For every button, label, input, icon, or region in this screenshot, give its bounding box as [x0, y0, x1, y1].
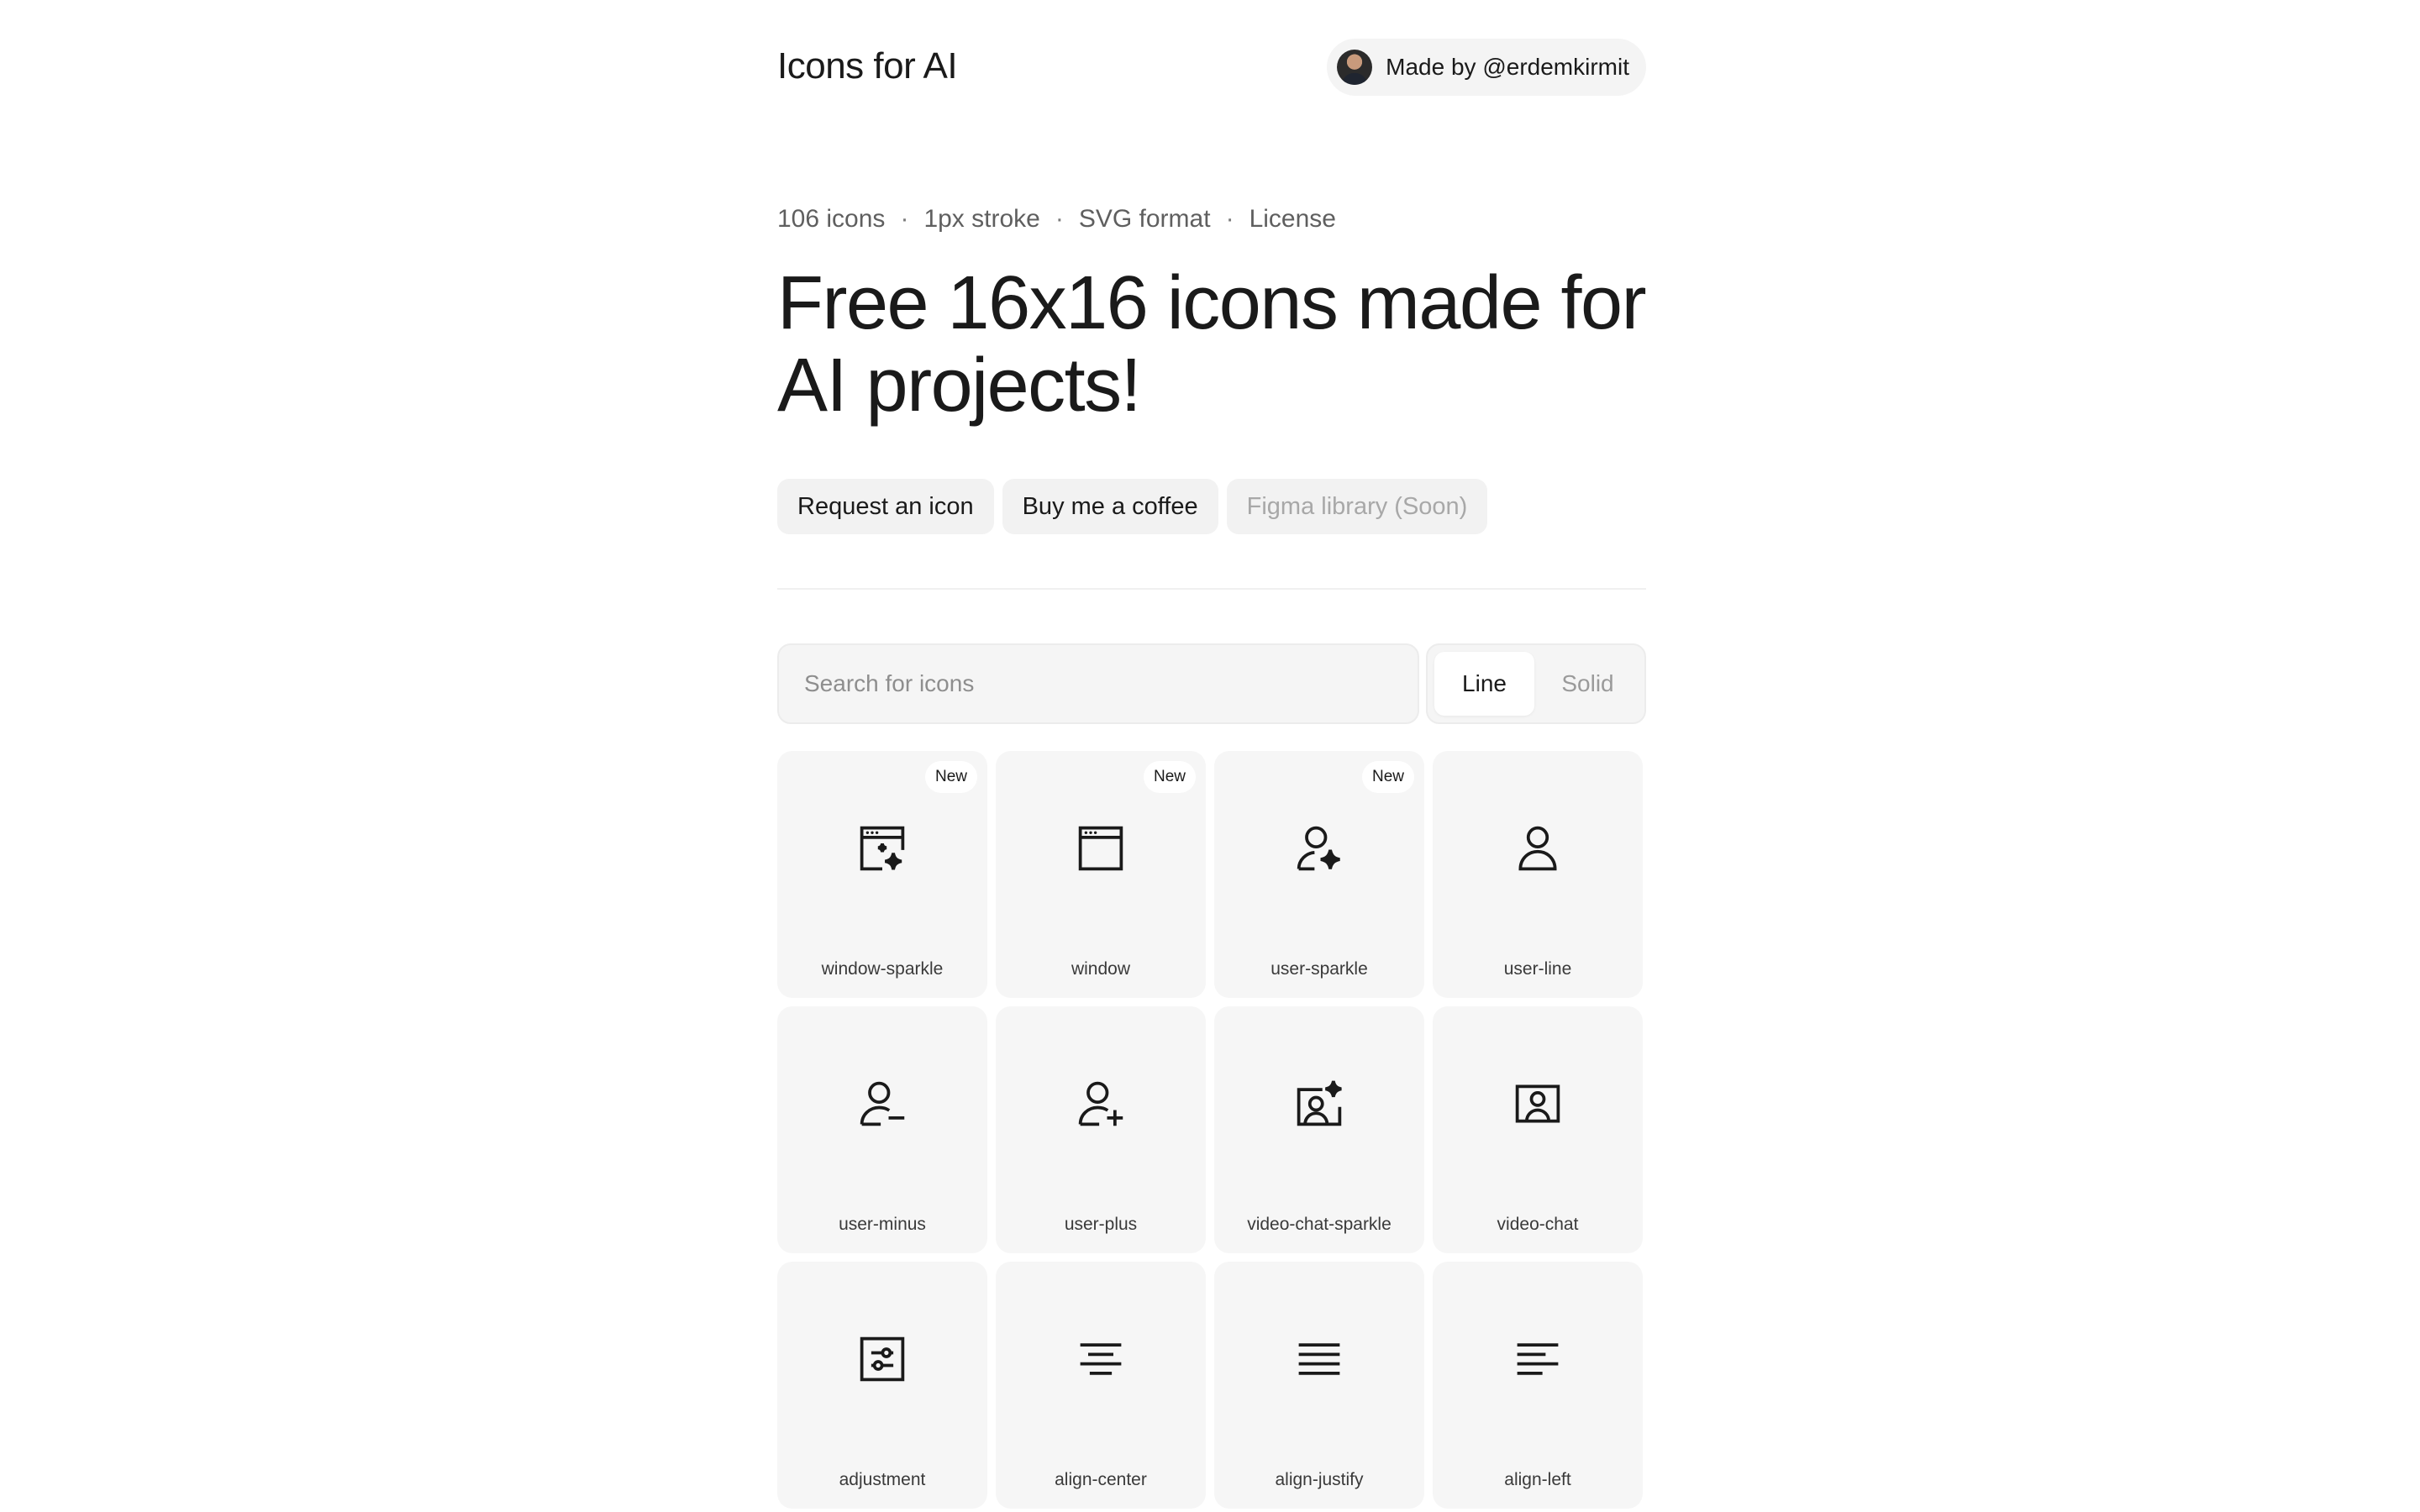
adjustment-icon — [857, 1334, 908, 1384]
icon-card[interactable]: align-justify — [1214, 1262, 1424, 1509]
align-center-icon — [1076, 1334, 1126, 1384]
buy-coffee-button[interactable]: Buy me a coffee — [1002, 479, 1218, 534]
align-justify-icon — [1294, 1334, 1344, 1384]
icon-label: user-sparkle — [1270, 959, 1368, 979]
video-chat-icon — [1512, 1079, 1563, 1129]
user-minus-icon — [857, 1079, 908, 1129]
made-by-link[interactable]: Made by @erdemkirmit — [1327, 39, 1646, 96]
icon-card[interactable]: user-line — [1433, 751, 1643, 998]
site-header: Icons for AI Made by @erdemkirmit — [777, 39, 1646, 96]
icon-card[interactable]: align-center — [996, 1262, 1206, 1509]
license-link[interactable]: License — [1249, 205, 1336, 234]
icon-card[interactable]: New window — [996, 751, 1206, 998]
icon-label: user-plus — [1064, 1215, 1138, 1234]
icon-card[interactable]: New user-sparkle — [1214, 751, 1424, 998]
icon-card[interactable]: adjustment — [777, 1262, 987, 1509]
search-input[interactable] — [777, 643, 1419, 724]
separator-dot: · — [1225, 205, 1234, 233]
icon-label: adjustment — [839, 1470, 926, 1489]
icon-grid: New window-sparkle New window New user-s… — [777, 751, 1646, 1509]
divider — [777, 588, 1646, 590]
icon-card[interactable]: user-plus — [996, 1006, 1206, 1253]
icon-label: user-minus — [839, 1215, 926, 1234]
page-headline: Free 16x16 icons made for AI projects! — [777, 261, 1647, 428]
window-icon — [1076, 823, 1126, 874]
icon-label: window-sparkle — [821, 959, 944, 979]
icon-card[interactable]: user-minus — [777, 1006, 987, 1253]
icon-label: video-chat — [1497, 1215, 1579, 1234]
author-avatar — [1337, 50, 1373, 85]
new-badge: New — [1361, 761, 1414, 793]
icon-card[interactable]: align-left — [1433, 1262, 1643, 1509]
stroke-info: 1px stroke — [923, 205, 1040, 233]
icon-label: video-chat-sparkle — [1247, 1215, 1392, 1234]
site-title[interactable]: Icons for AI — [777, 45, 958, 87]
new-badge: New — [1143, 761, 1196, 793]
separator-dot: · — [1055, 205, 1064, 233]
figma-library-button: Figma library (Soon) — [1226, 479, 1488, 534]
icon-count: 106 icons — [777, 205, 886, 233]
icon-label: align-justify — [1275, 1470, 1364, 1489]
format-info: SVG format — [1078, 205, 1211, 233]
align-left-icon — [1512, 1334, 1563, 1384]
window-sparkle-icon — [857, 823, 908, 874]
user-sparkle-icon — [1294, 823, 1344, 874]
user-line-icon — [1512, 823, 1563, 874]
video-chat-sparkle-icon — [1294, 1079, 1344, 1129]
action-buttons: Request an icon Buy me a coffee Figma li… — [777, 479, 1488, 534]
style-toggle: Line Solid — [1426, 643, 1646, 724]
new-badge: New — [924, 761, 977, 793]
icon-label: align-center — [1055, 1470, 1147, 1489]
icon-label: user-line — [1503, 959, 1572, 979]
icon-card[interactable]: video-chat — [1433, 1006, 1643, 1253]
request-icon-button[interactable]: Request an icon — [777, 479, 994, 534]
icon-label: window — [1071, 959, 1131, 979]
toggle-line-button[interactable]: Line — [1434, 652, 1534, 716]
icon-label: align-left — [1504, 1470, 1571, 1489]
separator-dot: · — [900, 205, 909, 233]
made-by-label: Made by @erdemkirmit — [1386, 54, 1629, 80]
meta-info: 106 icons · 1px stroke · SVG format · Li… — [777, 205, 1336, 234]
icon-card[interactable]: New window-sparkle — [777, 751, 987, 998]
icon-card[interactable]: video-chat-sparkle — [1214, 1006, 1424, 1253]
toggle-solid-button[interactable]: Solid — [1538, 652, 1638, 716]
user-plus-icon — [1076, 1079, 1126, 1129]
